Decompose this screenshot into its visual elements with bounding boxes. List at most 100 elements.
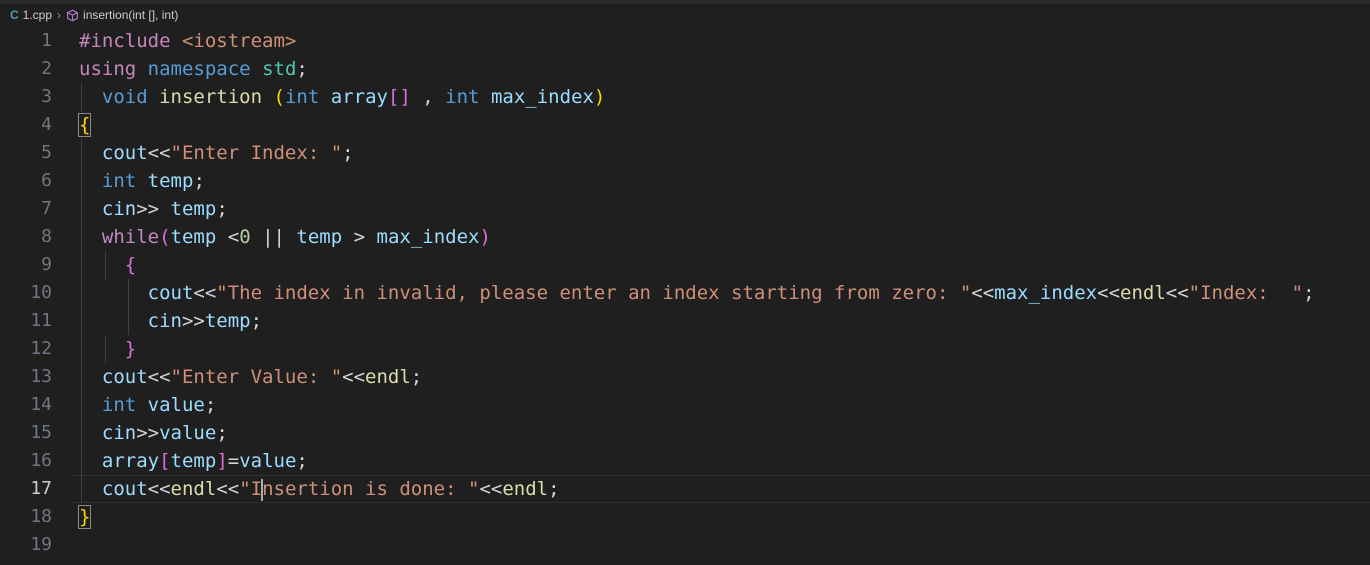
code-line[interactable]: 3 void insertion (int array[] , int max_… xyxy=(0,83,1370,111)
code-text[interactable]: int value; xyxy=(79,391,216,419)
cpp-file-icon[interactable]: C xyxy=(10,4,19,26)
code-token: ; xyxy=(1303,282,1315,304)
code-token: ; xyxy=(296,58,308,80)
line-number[interactable]: 4 xyxy=(0,111,52,139)
line-number[interactable]: 17 xyxy=(0,475,52,503)
code-line[interactable]: 12 } xyxy=(0,335,1370,363)
method-cube-icon[interactable] xyxy=(66,9,79,22)
code-token: temp xyxy=(170,226,217,248)
code-token: ; xyxy=(342,142,354,164)
code-line[interactable]: 5 cout<<"Enter Index: "; xyxy=(0,139,1370,167)
line-number[interactable]: 13 xyxy=(0,363,52,391)
line-number[interactable]: 1 xyxy=(0,27,52,55)
code-line[interactable]: 4{ xyxy=(0,111,1370,139)
code-token: << xyxy=(342,366,366,388)
code-token: int xyxy=(101,394,137,416)
code-text[interactable]: } xyxy=(77,503,92,531)
code-line[interactable]: 17 cout<<endl<<"Insertion is done: "<<en… xyxy=(0,475,1370,503)
code-text[interactable]: cout<<"Enter Value: "<<endl; xyxy=(79,363,422,391)
code-line[interactable]: 18} xyxy=(0,503,1370,531)
line-number[interactable]: 5 xyxy=(0,139,52,167)
code-text[interactable]: { xyxy=(79,251,136,279)
breadcrumb-file[interactable]: 1.cpp xyxy=(23,4,52,26)
code-line[interactable]: 11 cin>>temp; xyxy=(0,307,1370,335)
code-line[interactable]: 19 xyxy=(0,531,1370,559)
code-token: << xyxy=(216,478,240,500)
code-text[interactable]: #include <iostream> xyxy=(79,27,296,55)
code-line[interactable]: 6 int temp; xyxy=(0,167,1370,195)
code-editor[interactable]: 1 #include <iostream> 2 using namespace std… xyxy=(0,27,1370,565)
editor-top-border xyxy=(0,0,1370,4)
line-number[interactable]: 9 xyxy=(0,251,52,279)
code-token: > xyxy=(342,226,377,248)
code-text[interactable]: array[temp]=value; xyxy=(79,447,308,475)
code-text[interactable]: int temp; xyxy=(79,167,205,195)
code-token: while xyxy=(101,226,160,248)
code-token: max_index xyxy=(994,282,1098,304)
line-number[interactable]: 12 xyxy=(0,335,52,363)
code-text[interactable]: cin>>temp; xyxy=(79,307,262,335)
code-text[interactable]: cout<<endl<<"Insertion is done: "<<endl; xyxy=(79,475,560,503)
code-token: value xyxy=(147,394,205,416)
code-line[interactable]: 1 #include <iostream> xyxy=(0,27,1370,55)
code-token: || xyxy=(250,226,297,248)
line-number[interactable]: 15 xyxy=(0,419,52,447)
code-token: int xyxy=(284,86,320,108)
code-token: endl xyxy=(1120,282,1166,304)
code-text[interactable]: } xyxy=(79,335,136,363)
line-number[interactable]: 10 xyxy=(0,279,52,307)
code-token: ; xyxy=(548,478,560,500)
code-text[interactable]: using namespace std; xyxy=(79,55,308,83)
code-token: max_index xyxy=(490,86,594,108)
code-line[interactable]: 13 cout<<"Enter Value: "<<endl; xyxy=(0,363,1370,391)
code-token: "Enter Value: " xyxy=(170,366,343,388)
breadcrumb-symbol[interactable]: insertion(int [], int) xyxy=(83,4,178,26)
code-token: endl xyxy=(365,366,411,388)
code-token: nsertion is done: " xyxy=(262,478,480,500)
line-number[interactable]: 6 xyxy=(0,167,52,195)
code-token: using xyxy=(79,58,137,80)
code-token: , xyxy=(410,86,446,108)
code-token: "Enter Index: " xyxy=(170,142,343,164)
code-token: array xyxy=(101,450,160,472)
code-text[interactable]: while(temp <0 || temp > max_index) xyxy=(79,223,491,251)
line-number[interactable]: 3 xyxy=(0,83,52,111)
code-line[interactable]: 7 cin>> temp; xyxy=(0,195,1370,223)
line-number[interactable]: 8 xyxy=(0,223,52,251)
line-number[interactable]: 14 xyxy=(0,391,52,419)
code-line[interactable]: 9 { xyxy=(0,251,1370,279)
line-number[interactable]: 18 xyxy=(0,503,52,531)
code-text[interactable]: cout<<"The index in invalid, please ente… xyxy=(79,279,1315,307)
code-token: { xyxy=(77,113,92,137)
line-number[interactable]: 7 xyxy=(0,195,52,223)
code-line[interactable]: 10 cout<<"The index in invalid, please e… xyxy=(0,279,1370,307)
code-token: ) xyxy=(479,226,491,248)
code-token: "The index in invalid, please enter an i… xyxy=(216,282,972,304)
code-line[interactable]: 14 int value; xyxy=(0,391,1370,419)
code-line[interactable]: 16 array[temp]=value; xyxy=(0,447,1370,475)
code-text[interactable]: cout<<"Enter Index: "; xyxy=(79,139,354,167)
line-number[interactable]: 2 xyxy=(0,55,52,83)
code-token: cin xyxy=(101,198,137,220)
line-number[interactable]: 19 xyxy=(0,531,52,559)
code-token: int xyxy=(445,86,480,108)
code-token: ; xyxy=(216,422,228,444)
code-token: void xyxy=(101,86,148,108)
code-text[interactable]: cin>>value; xyxy=(79,419,228,447)
code-line[interactable]: 15 cin>>value; xyxy=(0,419,1370,447)
code-line[interactable]: 8 while(temp <0 || temp > max_index) xyxy=(0,223,1370,251)
line-number[interactable]: 11 xyxy=(0,307,52,335)
code-line[interactable]: 2 using namespace std; xyxy=(0,55,1370,83)
code-text[interactable]: { xyxy=(77,111,92,139)
line-number[interactable]: 16 xyxy=(0,447,52,475)
code-text[interactable]: cin>> temp; xyxy=(79,195,228,223)
code-token: temp xyxy=(170,450,217,472)
code-text[interactable]: void insertion (int array[] , int max_in… xyxy=(79,83,605,111)
